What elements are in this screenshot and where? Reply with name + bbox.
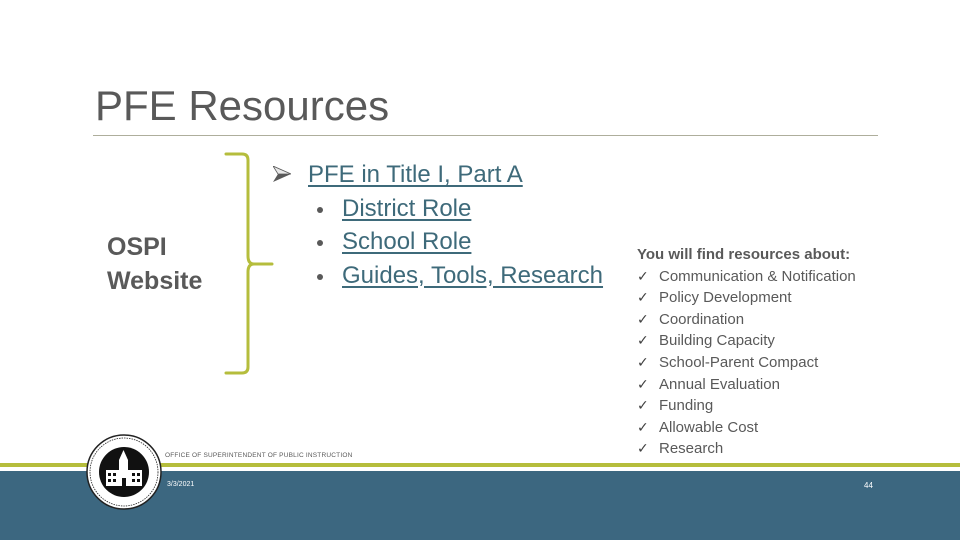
curly-bracket-icon <box>224 152 274 375</box>
ospi-seal-logo <box>86 434 162 510</box>
list-item: ✓ Policy Development <box>637 287 856 309</box>
link-pfe-title-i[interactable]: PFE in Title I, Part A <box>308 161 523 188</box>
list-item: ✓ Building Capacity <box>637 330 856 352</box>
bullet-icon <box>317 206 323 213</box>
check-icon: ✓ <box>637 289 649 306</box>
list-item: ✓ Allowable Cost <box>637 417 856 439</box>
slide-number: 44 <box>864 481 873 490</box>
list-item: ✓ Annual Evaluation <box>637 374 856 396</box>
bullet-icon <box>317 240 323 246</box>
list-item: ✓ School-Parent Compact <box>637 352 856 374</box>
footer-org-name: OFFICE OF SUPERINTENDENT OF PUBLIC INSTR… <box>165 452 353 459</box>
check-icon: ✓ <box>637 310 649 327</box>
label-line-1: OSPI <box>107 233 167 261</box>
link-list: PFE in Title I, Part A District Role Sch… <box>273 158 603 292</box>
check-icon: ✓ <box>637 332 649 349</box>
link-school-role[interactable]: School Role <box>342 228 471 255</box>
check-icon: ✓ <box>637 440 649 457</box>
check-icon: ✓ <box>637 267 649 284</box>
link-district-role[interactable]: District Role <box>342 195 471 222</box>
resources-list: You will find resources about: ✓ Communic… <box>637 244 856 460</box>
check-icon: ✓ <box>637 418 649 435</box>
list-item: ✓ Coordination <box>637 309 856 331</box>
check-icon: ✓ <box>637 397 649 414</box>
list-item: ✓ Communication & Notification <box>637 266 856 288</box>
link-guides-tools-research[interactable]: Guides, Tools, Research <box>342 262 603 289</box>
bullet-icon <box>317 273 323 280</box>
list-item: ✓ Research <box>637 438 856 460</box>
label-line-2: Website <box>107 267 203 295</box>
list-item: ✓ Funding <box>637 395 856 417</box>
ospi-website-label: OSPI Website <box>107 230 202 298</box>
check-icon: ✓ <box>637 353 649 370</box>
check-icon: ✓ <box>637 375 649 392</box>
arrow-bullet-icon <box>273 166 291 182</box>
footer-date: 3/3/2021 <box>167 481 195 488</box>
slide-title: PFE Resources <box>95 82 390 129</box>
title-divider <box>93 135 878 136</box>
resources-heading: You will find resources about: <box>637 246 851 263</box>
